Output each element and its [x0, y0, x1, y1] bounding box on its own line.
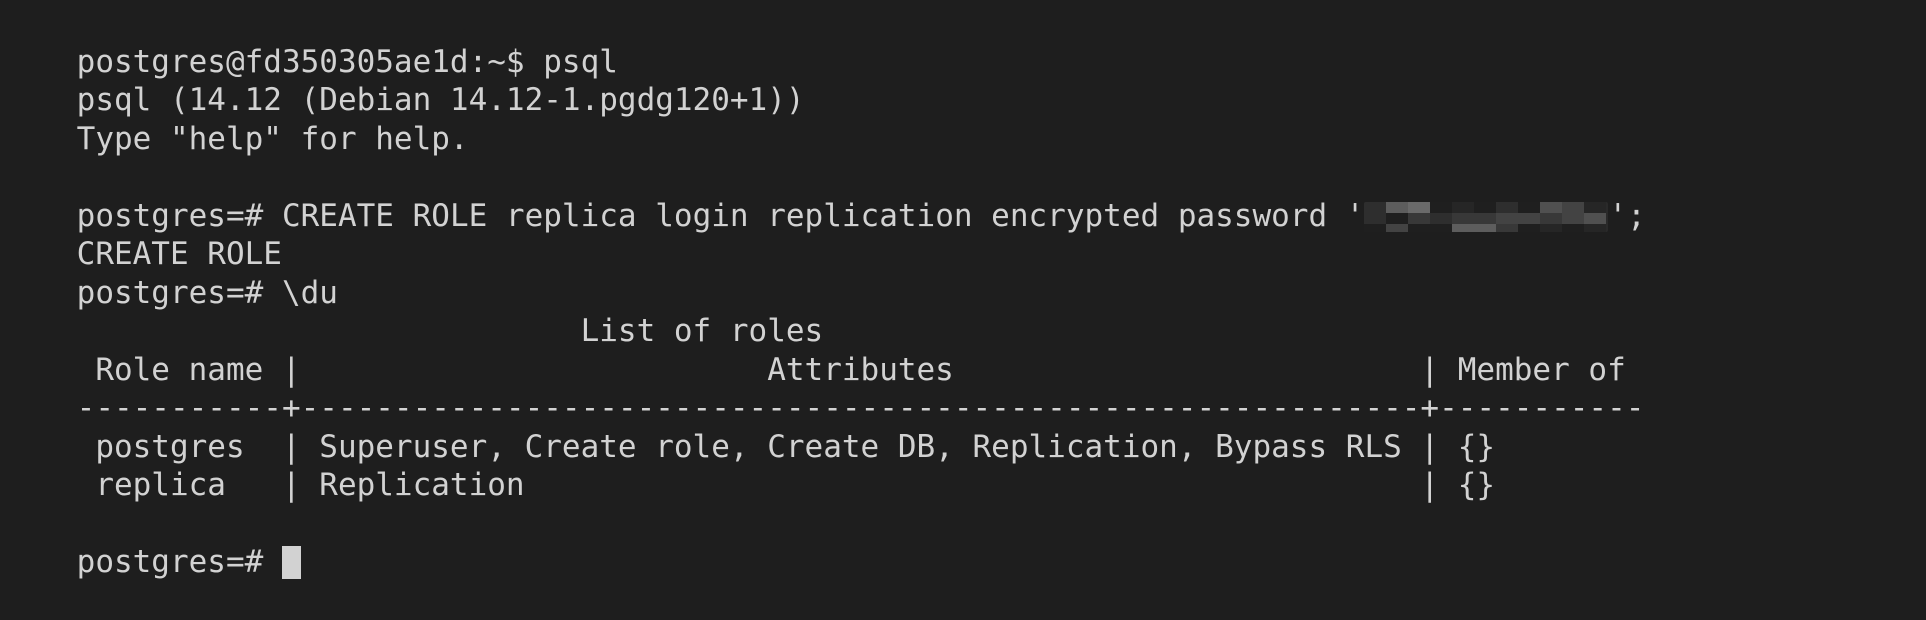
roles-table-header-text: Role name | Attributes | Member of [76, 351, 1645, 388]
terminal-line-shell-prompt: postgres@fd350305ae1d:~$ psql [0, 4, 1926, 80]
roles-table-title-text: List of roles [76, 313, 824, 349]
final-psql-prompt: postgres=# [76, 544, 282, 580]
terminal-line-create-role-command: postgres=# CREATE ROLE replica login rep… [0, 158, 1926, 234]
psql-prompt: postgres=# [76, 197, 282, 234]
table-row-postgres-text: postgres | Superuser, Create role, Creat… [76, 428, 1496, 465]
shell-prompt-text: postgres@fd350305ae1d:~$ psql [76, 43, 618, 80]
roles-table-rule-text: -----------+----------------------------… [76, 390, 1645, 426]
create-role-result-text: CREATE ROLE [76, 236, 282, 272]
psql-help-hint-text: Type "help" for help. [76, 120, 469, 157]
table-row-replica-text: replica | Replication | {} [76, 467, 1496, 503]
create-role-statement-start: CREATE ROLE replica login replication en… [281, 197, 1365, 234]
terminal-line-du-command: postgres=# \du [0, 235, 1926, 311]
psql-version-text: psql (14.12 (Debian 14.12-1.pgdg120+1)) [76, 82, 805, 118]
text-cursor [281, 546, 301, 579]
create-role-statement-end: '; [1608, 197, 1646, 234]
terminal-line-final-prompt[interactable]: postgres=# [0, 505, 1926, 580]
terminal-screen[interactable]: postgres@fd350305ae1d:~$ psql psql (14.1… [0, 0, 1926, 612]
redacted-password [1364, 201, 1609, 232]
du-command-text: postgres=# \du [76, 274, 338, 311]
